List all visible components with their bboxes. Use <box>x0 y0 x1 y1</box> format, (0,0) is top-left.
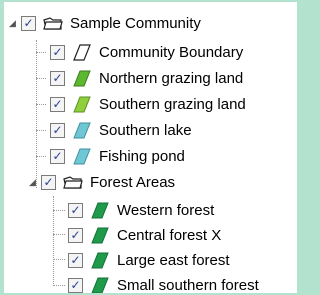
tree-guide-line <box>36 130 46 131</box>
layer-checkbox[interactable]: ✓ <box>50 96 65 112</box>
layer-label: Central forest X <box>117 226 222 244</box>
tree-guide-line <box>53 259 65 260</box>
layer-checkbox[interactable]: ✓ <box>50 44 65 60</box>
tree-node-label: Forest Areas <box>90 173 176 191</box>
layer-item-small-southern-forest[interactable]: ✓ Small southern forest <box>68 272 259 293</box>
layer-item-southern-lake[interactable]: ✓ Southern lake <box>50 117 192 143</box>
layer-item-central-forest-x[interactable]: ✓ Central forest X <box>68 222 221 248</box>
layer-group-icon <box>43 17 63 30</box>
tree-node-forest-areas[interactable]: ◢ ✓ Forest Areas <box>28 169 175 195</box>
layer-label: Western forest <box>117 201 215 219</box>
layer-item-western-forest[interactable]: ✓ Western forest <box>68 197 214 223</box>
layer-item-northern-grazing-land[interactable]: ✓ Northern grazing land <box>50 65 243 91</box>
layer-checkbox[interactable]: ✓ <box>68 277 83 293</box>
layer-group-icon <box>63 176 83 189</box>
collapse-triangle-icon[interactable]: ◢ <box>28 175 37 189</box>
polygon-icon <box>91 252 109 269</box>
layer-checkbox[interactable]: ✓ <box>68 252 83 268</box>
layer-label: Northern grazing land <box>99 69 244 87</box>
tree-node-label: Sample Community <box>70 14 201 32</box>
polygon-icon <box>91 227 109 244</box>
layer-checkbox[interactable]: ✓ <box>21 15 36 31</box>
layer-label: Southern lake <box>99 121 192 139</box>
layer-item-fishing-pond[interactable]: ✓ Fishing pond <box>50 143 185 169</box>
tree-guide-line <box>36 52 46 53</box>
layer-label: Small southern forest <box>117 276 259 294</box>
tree-node-sample-community[interactable]: ◢ ✓ Sample Community <box>8 10 201 36</box>
tree-guide-line <box>36 40 37 188</box>
polygon-icon <box>73 148 91 165</box>
polygon-icon <box>91 202 109 219</box>
layer-item-community-boundary[interactable]: ✓ Community Boundary <box>50 39 243 65</box>
tree-guide-line <box>53 285 65 286</box>
layer-checkbox[interactable]: ✓ <box>68 202 83 218</box>
tree-guide-line <box>36 78 46 79</box>
layer-item-large-east-forest[interactable]: ✓ Large east forest <box>68 247 230 273</box>
layer-item-southern-grazing-land[interactable]: ✓ Southern grazing land <box>50 91 246 117</box>
layer-checkbox[interactable]: ✓ <box>68 227 83 243</box>
tree-guide-line <box>36 156 46 157</box>
layer-checkbox[interactable]: ✓ <box>50 148 65 164</box>
tree-guide-line <box>36 104 46 105</box>
layer-label: Large east forest <box>117 251 230 269</box>
layer-checkbox[interactable]: ✓ <box>50 122 65 138</box>
tree-guide-line <box>53 234 65 235</box>
polygon-icon <box>73 122 91 139</box>
polygon-icon <box>73 96 91 113</box>
layer-label: Fishing pond <box>99 147 185 165</box>
layer-label: Community Boundary <box>99 43 244 61</box>
tree-guide-line <box>53 210 65 211</box>
layer-checkbox[interactable]: ✓ <box>50 70 65 86</box>
polygon-icon <box>73 70 91 87</box>
layer-tree-panel: ◢ ✓ Sample Community ✓ Community Boundar… <box>4 2 297 293</box>
collapse-triangle-icon[interactable]: ◢ <box>8 16 17 30</box>
polygon-icon <box>73 44 91 61</box>
layer-checkbox[interactable]: ✓ <box>41 174 56 190</box>
layer-label: Southern grazing land <box>99 95 246 113</box>
polygon-icon <box>91 277 109 293</box>
